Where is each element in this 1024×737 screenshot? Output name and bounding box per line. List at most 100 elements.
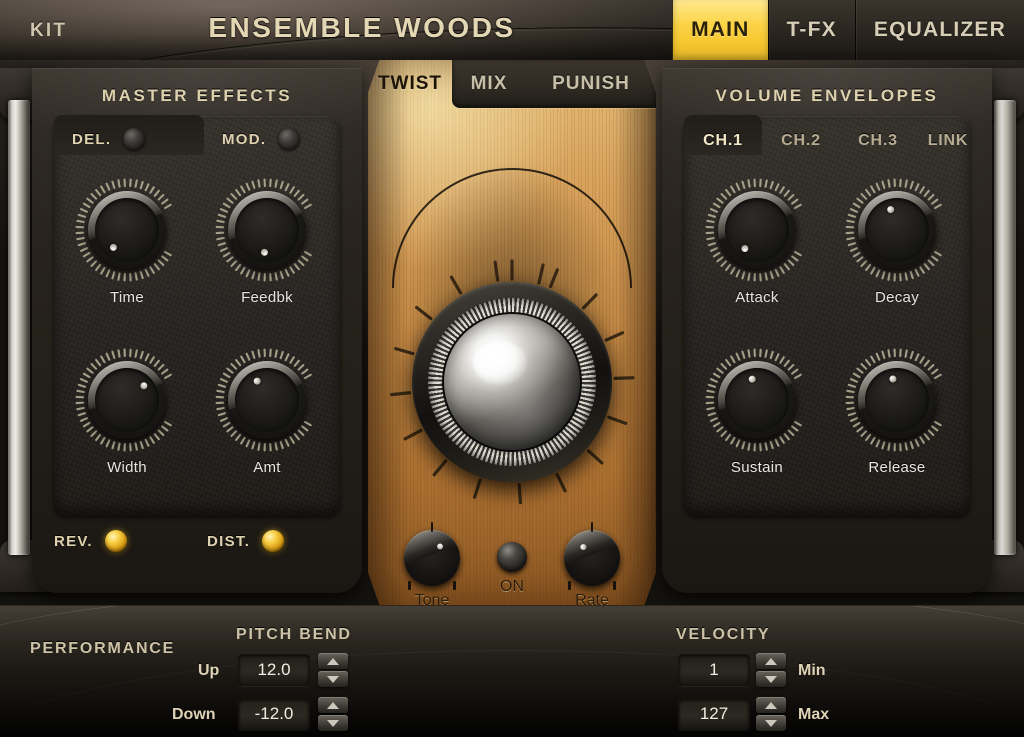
knob-sustain-dial[interactable] <box>705 348 809 452</box>
twist-on-button[interactable]: ON <box>466 534 558 605</box>
knob-decay-label: Decay <box>874 289 920 306</box>
velocity-min-decrement[interactable] <box>756 671 786 687</box>
tab-twist[interactable]: TWIST <box>368 60 452 108</box>
knob-amt[interactable]: Amt <box>202 348 332 476</box>
knob-width-dial[interactable] <box>75 348 179 452</box>
knob-rate-foot-left <box>568 581 571 590</box>
knob-sustain-pointer <box>747 374 756 383</box>
toggle-delay[interactable]: DEL. <box>72 128 146 150</box>
knob-rate[interactable]: Rate <box>546 522 638 605</box>
toggle-modulation-label: MOD. <box>222 130 267 148</box>
velocity-max-label: Max <box>798 706 830 723</box>
delay-led-icon[interactable] <box>123 128 146 150</box>
volume-envelopes-title: VOLUME ENVELOPES <box>715 86 939 105</box>
knob-feedbk-dial[interactable] <box>215 178 319 282</box>
knob-feedbk[interactable]: Feedbk <box>202 178 332 306</box>
velocity-max-input[interactable]: 127 <box>678 698 750 730</box>
twist-on-led-icon[interactable] <box>497 542 527 572</box>
velocity-max-stepper[interactable] <box>756 697 786 731</box>
knob-tone[interactable]: Tone <box>386 522 478 605</box>
pitch-bend-up-increment[interactable] <box>318 653 348 669</box>
toggle-distortion[interactable]: DIST. <box>207 530 285 552</box>
pitch-bend-up-label: Up <box>198 662 220 679</box>
knob-rate-stem <box>591 522 593 532</box>
velocity-min-stepper[interactable] <box>756 653 786 687</box>
velocity-max-decrement[interactable] <box>756 715 786 731</box>
master-effects-panel: MASTER EFFECTS DEL. MOD. Time Feedbk Wid… <box>32 68 362 593</box>
channel-tab-group: CH.1 CH.2 CH.3 LINK <box>684 120 970 162</box>
tab-mix[interactable]: MIX <box>452 60 526 108</box>
twist-on-label: ON <box>500 578 524 595</box>
knob-tone-dial[interactable] <box>404 522 460 590</box>
knob-rate-foot-right <box>613 581 616 590</box>
knob-time[interactable]: Time <box>62 178 192 306</box>
master-effects-toggle-row: DEL. MOD. <box>54 122 340 162</box>
velocity-min-increment[interactable] <box>756 653 786 669</box>
tab-t-fx[interactable]: T-FX <box>767 0 855 60</box>
footer-curve-shadow <box>0 650 1024 737</box>
pitch-bend-down-stepper[interactable] <box>318 697 348 731</box>
velocity-min-input[interactable]: 1 <box>678 654 750 686</box>
toggle-modulation[interactable]: MOD. <box>222 128 301 150</box>
knob-tone-stem <box>431 522 433 532</box>
modulation-led-icon[interactable] <box>278 128 301 150</box>
toggle-reverb[interactable]: REV. <box>54 530 127 552</box>
knob-decay-dial[interactable] <box>845 178 949 282</box>
macro-knob-highlight <box>473 341 527 385</box>
knob-decay[interactable]: Decay <box>832 178 962 306</box>
knob-feedbk-pointer <box>259 247 268 256</box>
sidebar-item-ch2[interactable]: CH.2 <box>762 126 840 156</box>
toggle-reverb-label: REV. <box>54 532 93 550</box>
knob-release[interactable]: Release <box>832 348 962 476</box>
tab-punish[interactable]: PUNISH <box>526 60 656 108</box>
knob-attack-dial[interactable] <box>705 178 809 282</box>
pitch-bend-down-decrement[interactable] <box>318 715 348 731</box>
knob-rate-dial[interactable] <box>564 522 620 590</box>
knob-amt-label: Amt <box>253 459 281 476</box>
knob-release-dial[interactable] <box>845 348 949 452</box>
knob-width[interactable]: Width <box>62 348 192 476</box>
knob-time-dial[interactable] <box>75 178 179 282</box>
toggle-distortion-label: DIST. <box>207 532 251 550</box>
master-effects-surface: DEL. MOD. Time Feedbk Width Amt <box>54 115 340 516</box>
volume-envelopes-surface: CH.1 CH.2 CH.3 LINK Attack Decay Sustain… <box>684 115 970 516</box>
knob-width-face <box>95 368 159 432</box>
knob-sustain[interactable]: Sustain <box>692 348 822 476</box>
tab-main[interactable]: MAIN <box>672 0 768 60</box>
knob-feedbk-label: Feedbk <box>241 289 293 306</box>
twist-panel: TWIST MIX PUNISH Tone ON Rate <box>368 60 656 605</box>
performance-bar: PERFORMANCE PITCH BEND Up 12.0 Down -12.… <box>0 605 1024 737</box>
knob-release-face <box>865 368 929 432</box>
pitch-bend-down-input[interactable]: -12.0 <box>238 698 310 730</box>
knob-sustain-face <box>725 368 789 432</box>
master-effects-title: MASTER EFFECTS <box>101 86 293 105</box>
sidebar-item-ch1[interactable]: CH.1 <box>684 126 762 156</box>
sidebar-item-ch3[interactable]: CH.3 <box>840 126 916 156</box>
pitch-bend-up-stepper[interactable] <box>318 653 348 687</box>
sidebar-item-link[interactable]: LINK <box>916 126 980 156</box>
pitch-bend-up-input[interactable]: 12.0 <box>238 654 310 686</box>
plugin-window: KIT ENSEMBLE WOODS MAIN T-FX EQUALIZER M… <box>0 0 1024 737</box>
knob-release-label: Release <box>868 459 926 476</box>
performance-label: PERFORMANCE <box>30 640 176 657</box>
pitch-bend-down-increment[interactable] <box>318 697 348 713</box>
twist-macro-knob[interactable] <box>387 257 637 507</box>
velocity-min-label: Min <box>798 662 826 679</box>
knob-amt-dial[interactable] <box>215 348 319 452</box>
pitch-bend-up-decrement[interactable] <box>318 671 348 687</box>
reverb-led-icon[interactable] <box>104 530 127 552</box>
knob-decay-face <box>865 198 929 262</box>
velocity-max-increment[interactable] <box>756 697 786 713</box>
distortion-led-icon[interactable] <box>262 530 285 552</box>
knob-attack[interactable]: Attack <box>692 178 822 306</box>
volume-envelopes-panel: VOLUME ENVELOPES CH.1 CH.2 CH.3 LINK Att… <box>662 68 992 593</box>
main-content: MASTER EFFECTS DEL. MOD. Time Feedbk Wid… <box>0 60 1024 605</box>
tab-equalizer[interactable]: EQUALIZER <box>854 0 1024 60</box>
toggle-delay-label: DEL. <box>72 130 112 148</box>
header-bar: KIT ENSEMBLE WOODS MAIN T-FX EQUALIZER <box>0 0 1024 60</box>
twist-sub-controls: Tone ON Rate <box>368 522 656 605</box>
knob-width-label: Width <box>107 459 147 476</box>
knob-time-face <box>95 198 159 262</box>
right-handle-rail <box>994 100 1016 555</box>
knob-tone-foot-left <box>408 581 411 590</box>
